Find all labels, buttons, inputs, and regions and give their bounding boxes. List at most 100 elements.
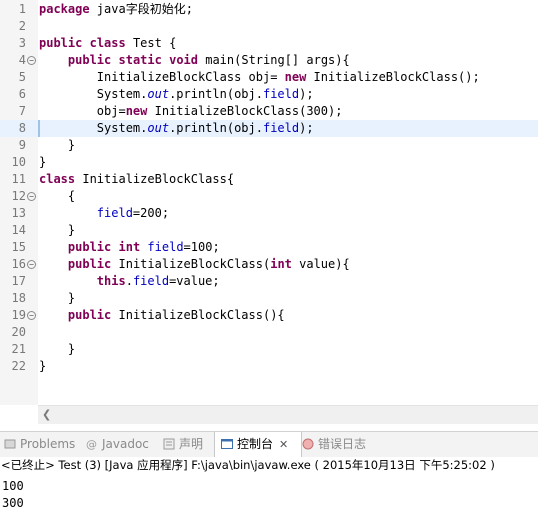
declaration-icon — [163, 434, 175, 450]
code-field: out — [147, 87, 170, 101]
code-line[interactable]: 15 public int field=100; — [0, 239, 538, 256]
console-output-line: 100 — [2, 479, 24, 493]
code-keyword: public — [39, 36, 83, 50]
code-text[interactable]: InitializeBlockClass obj= new Initialize… — [39, 69, 480, 86]
bottom-panel-tabbar: Problems @ Javadoc 声明 控制台 ✕ 错误日志 — [0, 431, 538, 458]
console-status-header: <已终止> Test (3) [Java 应用程序] F:\java\bin\j… — [1, 458, 495, 472]
tab-javadoc[interactable]: @ Javadoc — [86, 432, 149, 457]
line-number: 17 — [11, 274, 26, 288]
code-line[interactable]: 9 } — [0, 137, 538, 154]
code-text[interactable]: public InitializeBlockClass(int value){ — [39, 256, 350, 273]
code-line[interactable]: 22} — [0, 358, 538, 375]
code-line[interactable]: 7 obj=new InitializeBlockClass(300); — [0, 103, 538, 120]
close-icon[interactable]: ✕ — [279, 438, 288, 451]
line-number: 9 — [18, 138, 26, 152]
code-editor[interactable]: 1 package java字段初始化; 2 3 public class Test {… — [0, 0, 538, 424]
code-line[interactable]: 14 } — [0, 222, 538, 239]
code-line[interactable]: 18 } — [0, 290, 538, 307]
code-line[interactable]: 1 package java字段初始化; — [0, 1, 538, 18]
code-text[interactable]: public int field=100; — [39, 239, 220, 256]
code-token: =value; — [169, 274, 220, 288]
code-keyword: int — [270, 257, 292, 271]
code-keyword: class — [39, 172, 76, 186]
code-token: java字段初始化; — [89, 2, 193, 16]
code-line[interactable]: 4− public static void main(String[] args… — [0, 52, 538, 69]
fold-toggle-icon[interactable]: − — [27, 56, 36, 65]
code-text[interactable]: System.out.println(obj.field); — [39, 86, 314, 103]
line-number: 11 — [11, 172, 26, 186]
code-text[interactable]: public class Test { — [39, 35, 176, 52]
code-token: . — [125, 274, 133, 288]
code-text[interactable]: this.field=value; — [39, 273, 220, 290]
line-number: 14 — [11, 223, 26, 237]
javadoc-icon: @ — [86, 434, 98, 451]
code-text[interactable]: obj=new InitializeBlockClass(300); — [39, 103, 343, 120]
code-token: { — [39, 189, 76, 203]
code-line[interactable]: 17 this.field=value; — [0, 273, 538, 290]
console-view[interactable]: <已终止> Test (3) [Java 应用程序] F:\java\bin\j… — [0, 457, 538, 515]
tab-console[interactable]: 控制台 ✕ — [214, 432, 302, 457]
code-line[interactable]: 19− public InitializeBlockClass(){ — [0, 307, 538, 324]
fold-toggle-icon[interactable]: − — [27, 260, 36, 269]
code-text[interactable]: package java字段初始化; — [39, 1, 193, 18]
scroll-left-icon[interactable]: ❮ — [42, 408, 51, 421]
code-token: value){ — [291, 257, 350, 271]
code-token: =200; — [132, 206, 170, 220]
tab-declaration[interactable]: 声明 — [163, 432, 203, 457]
console-output-line: 300 — [2, 496, 24, 510]
code-token: .println(obj. — [169, 121, 263, 135]
code-text[interactable]: } — [39, 137, 75, 154]
code-token: } — [39, 359, 47, 373]
horizontal-scrollbar[interactable]: ❮ — [38, 405, 538, 424]
code-keyword: void — [169, 53, 198, 67]
code-text[interactable]: System.out.println(obj.field); — [39, 120, 314, 137]
code-line[interactable]: 12− { — [0, 188, 538, 205]
code-text[interactable]: } — [39, 290, 75, 307]
code-line[interactable]: 10} — [0, 154, 538, 171]
console-icon — [221, 434, 233, 449]
code-line[interactable]: 2 — [0, 18, 538, 35]
code-keyword: static — [118, 53, 162, 67]
code-text[interactable]: { — [39, 188, 75, 205]
code-token: .println(obj. — [169, 87, 263, 101]
code-keyword: class — [89, 36, 126, 50]
tab-error-log[interactable]: 错误日志 — [302, 432, 366, 457]
line-number: 16 — [11, 257, 26, 271]
tab-label: Javadoc — [102, 437, 149, 451]
code-text[interactable]: } — [39, 358, 46, 375]
code-line[interactable]: 8 System.out.println(obj.field); — [0, 120, 538, 137]
code-text[interactable]: public static void main(String[] args){ — [39, 52, 350, 69]
line-number: 18 — [11, 291, 26, 305]
code-text[interactable]: } — [39, 222, 75, 239]
code-line[interactable]: 21 } — [0, 341, 538, 358]
line-number: 3 — [18, 36, 26, 50]
code-line[interactable]: 13 field=200; — [0, 205, 538, 222]
code-keyword: public — [67, 308, 112, 322]
code-line[interactable]: 5 InitializeBlockClass obj= new Initiali… — [0, 69, 538, 86]
tab-problems[interactable]: Problems — [4, 432, 75, 457]
code-line[interactable]: 6 System.out.println(obj.field); — [0, 86, 538, 103]
code-field: field — [147, 240, 184, 254]
line-number: 22 — [11, 359, 26, 373]
code-keyword: new — [284, 70, 307, 84]
code-line[interactable]: 16− public InitializeBlockClass(int valu… — [0, 256, 538, 273]
code-text[interactable]: } — [39, 341, 75, 358]
code-field: field — [262, 87, 300, 101]
code-keyword: this — [96, 274, 126, 288]
code-text[interactable]: field=200; — [39, 205, 169, 222]
code-text[interactable]: } — [39, 154, 46, 171]
code-line[interactable]: 20 — [0, 324, 538, 341]
code-token: } — [39, 155, 47, 169]
line-number: 13 — [11, 206, 26, 220]
code-line[interactable]: 11 class InitializeBlockClass{ — [0, 171, 538, 188]
code-text[interactable]: class InitializeBlockClass{ — [39, 171, 234, 188]
fold-toggle-icon[interactable]: − — [27, 311, 36, 320]
fold-toggle-icon[interactable]: − — [27, 192, 36, 201]
code-field: field — [132, 274, 170, 288]
code-text[interactable]: public InitializeBlockClass(){ — [39, 307, 285, 324]
code-line[interactable]: 3 public class Test { — [0, 35, 538, 52]
